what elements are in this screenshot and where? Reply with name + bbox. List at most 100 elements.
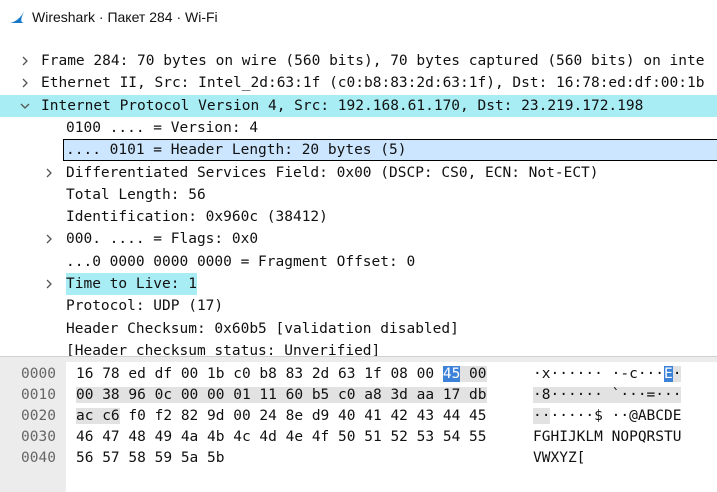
detail-row[interactable]: ...0 0000 0000 0000 = Fragment Offset: 0 [0,251,717,273]
hex-byte[interactable]: 53 [417,429,434,445]
ascii-char[interactable]: · [672,387,682,403]
hex-byte[interactable]: f2 [155,408,172,424]
hex-byte[interactable]: 50 [338,429,355,445]
hex-byte[interactable]: d9 [312,408,329,424]
hex-row[interactable]: 0000 16 78 ed df 00 1b c0 b8 83 2d 63 1f … [0,363,717,385]
ascii-char[interactable]: J [568,429,577,445]
ascii-char[interactable]: · [637,387,647,403]
hex-byte[interactable]: 78 [102,366,119,382]
ascii-char[interactable]: · [594,387,603,403]
detail-row[interactable]: Time to Live: 1 [0,273,717,295]
hex-byte[interactable]: c0 [233,366,250,382]
hex-byte[interactable]: 43 [417,408,434,424]
ascii-char[interactable]: · [568,408,577,424]
hex-byte[interactable]: 00 [76,387,94,403]
hex-byte[interactable]: 17 [442,387,461,403]
hex-byte[interactable]: ac [76,408,94,424]
hex-byte[interactable]: df [155,366,172,382]
ascii-char[interactable]: · [655,387,665,403]
detail-row[interactable]: 000. .... = Flags: 0x0 [0,228,717,250]
hex-byte[interactable]: 1b [207,366,224,382]
hex-byte[interactable]: 4c [233,429,250,445]
ascii-char[interactable]: · [594,366,603,382]
ascii-char[interactable]: · [559,366,568,382]
hex-byte[interactable]: 48 [128,429,145,445]
hex-byte[interactable]: 5b [207,450,224,466]
detail-row[interactable]: Differentiated Services Field: 0x00 (DSC… [0,162,717,184]
ascii-char[interactable]: · [550,366,559,382]
ascii-char[interactable]: · [664,387,673,403]
hex-row[interactable]: 0020 ac c6 f0 f2 82 9d 00 24 8e d9 40 41 … [0,405,717,427]
ascii-char[interactable]: · [647,366,656,382]
hex-byte[interactable]: 38 [102,387,120,403]
hex-byte[interactable]: 08 [390,366,407,382]
hex-byte[interactable]: 00 [180,387,199,403]
hex-byte[interactable]: 4a [181,429,198,445]
ascii-char[interactable]: V [533,450,542,466]
chevron-right-icon[interactable] [18,50,32,72]
ascii-char[interactable]: Q [638,429,647,445]
ascii-char[interactable]: · [638,366,647,382]
detail-row[interactable]: Total Length: 56 [0,184,717,206]
ascii-char[interactable]: · [559,408,568,424]
ascii-char[interactable]: M [594,429,603,445]
hex-byte[interactable]: 00 [417,366,434,382]
ascii-char[interactable]: - [620,366,629,382]
ascii-char[interactable]: A [638,408,647,424]
detail-row[interactable]: .... 0101 = Header Length: 20 bytes (5) [0,139,717,162]
hex-byte[interactable]: 00 [181,366,198,382]
hex-byte[interactable]: 82 [181,408,198,424]
ascii-char[interactable]: · [533,366,542,382]
packet-bytes-pane[interactable]: 0000 16 78 ed df 00 1b c0 b8 83 2d 63 1f … [0,362,717,492]
hex-byte[interactable]: b5 [311,387,330,403]
ascii-char[interactable]: Z [568,450,577,466]
detail-row[interactable]: Internet Protocol Version 4, Src: 192.16… [0,94,717,117]
hex-byte[interactable]: 40 [338,408,355,424]
hex-byte[interactable]: 45 [469,408,486,424]
detail-row[interactable]: Protocol: UDP (17) [0,295,717,317]
chevron-down-icon[interactable] [18,95,32,117]
hex-byte[interactable]: 55 [469,429,486,445]
ascii-char[interactable]: B [647,408,656,424]
detail-row[interactable]: 0100 .... = Version: 4 [0,117,717,139]
ascii-char[interactable]: · [533,408,542,424]
hex-byte[interactable]: 47 [102,429,119,445]
ascii-char[interactable]: · [568,366,577,382]
ascii-char[interactable]: · [567,387,577,403]
packet-details-tree[interactable]: Frame 284: 70 bytes on wire (560 bits), … [0,50,717,356]
hex-byte[interactable]: 52 [390,429,407,445]
ascii-char[interactable]: P [629,429,638,445]
hex-byte[interactable]: c6 [102,408,120,424]
hex-byte[interactable]: 2d [312,366,329,382]
hex-byte[interactable]: a8 [364,387,382,403]
hex-row[interactable]: 0030 46 47 48 49 4a 4b 4c 4d 4e 4f 50 51 … [0,426,717,448]
hex-row[interactable]: 0040 56 57 58 59 5a 5b VWXYZ[ [0,447,717,469]
hex-byte[interactable]: 00 [469,366,487,382]
detail-row[interactable]: Frame 284: 70 bytes on wire (560 bits), … [0,50,717,72]
hex-byte[interactable]: 00 [207,387,225,403]
hex-byte[interactable]: b8 [259,366,276,382]
ascii-char[interactable]: U [673,429,682,445]
hex-byte[interactable]: 83 [286,366,303,382]
ascii-char[interactable]: · [655,366,664,382]
hex-byte[interactable]: 54 [443,429,460,445]
ascii-char[interactable]: T [664,429,673,445]
ascii-char[interactable]: X [550,450,559,466]
chevron-right-icon[interactable] [42,162,56,184]
hex-byte[interactable]: 4b [207,429,224,445]
ascii-char[interactable]: H [550,429,559,445]
hex-byte[interactable]: aa [416,387,435,403]
ascii-char[interactable]: I [559,429,568,445]
hex-byte[interactable]: 1f [364,366,381,382]
ascii-char[interactable]: E [664,366,673,382]
ascii-char[interactable]: C [655,408,664,424]
ascii-char[interactable]: $ [594,408,603,424]
hex-byte[interactable]: f0 [128,408,145,424]
ascii-char[interactable]: · [533,387,542,403]
ascii-char[interactable]: L [585,429,594,445]
ascii-char[interactable]: · [550,408,559,424]
chevron-right-icon[interactable] [42,228,56,250]
hex-byte[interactable]: 4f [312,429,329,445]
ascii-char[interactable]: [ [577,450,586,466]
hex-row[interactable]: 0010 00 38 96 0c 00 00 01 11 60 b5 c0 a8 … [0,384,717,406]
